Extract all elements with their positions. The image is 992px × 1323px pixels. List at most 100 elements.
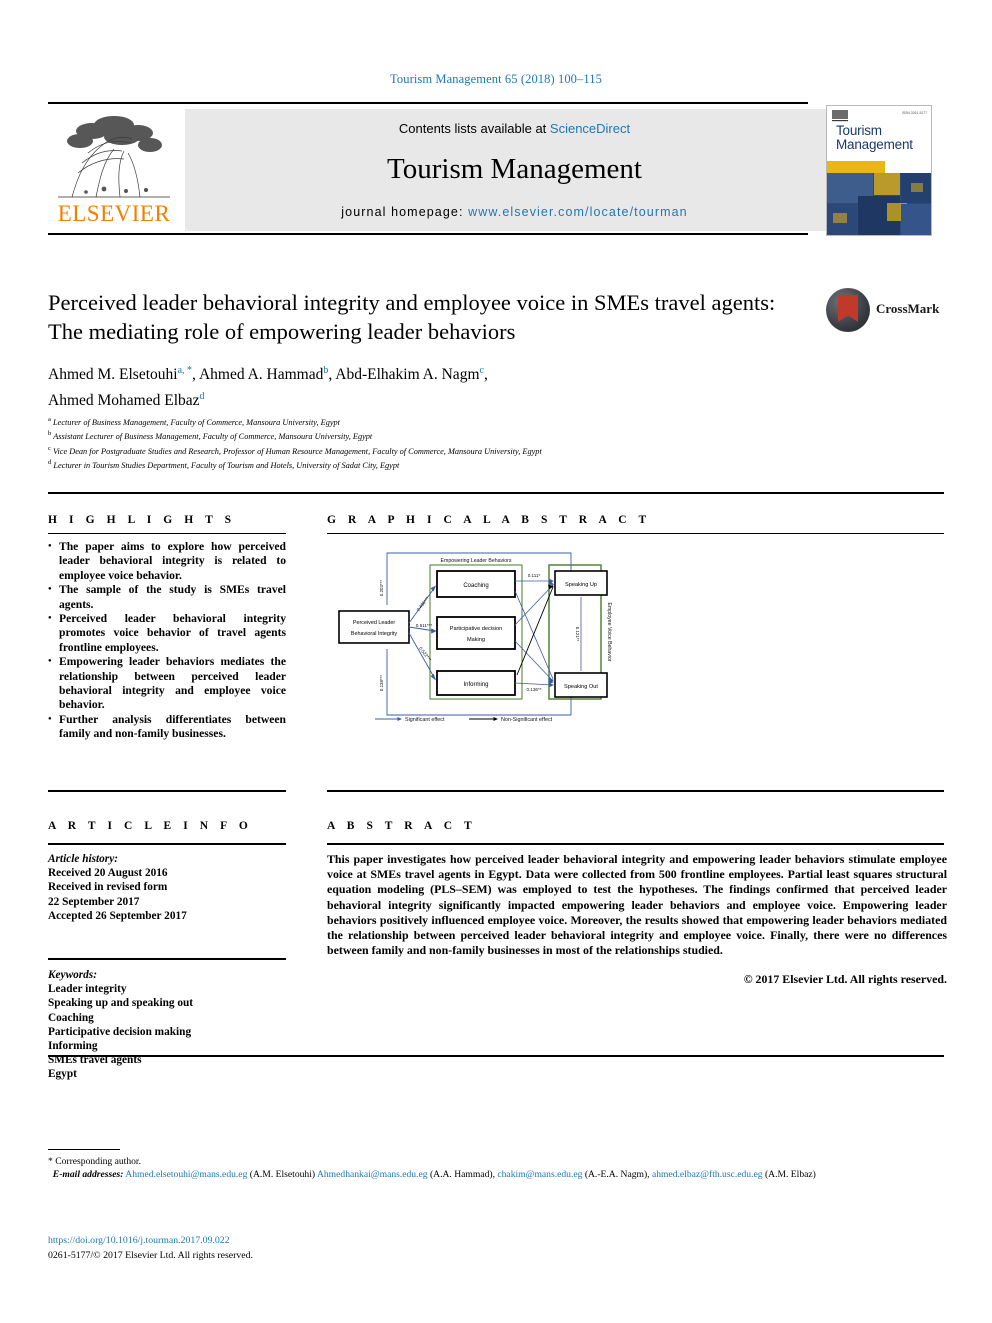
affiliation-item: d Lecturer in Tourism Studies Department…: [48, 457, 868, 471]
email-owner: (A.A. Hammad): [429, 1169, 493, 1181]
svg-text:0.111*: 0.111*: [528, 573, 541, 578]
journal-title: Tourism Management: [387, 153, 642, 185]
author-marks: d: [199, 391, 205, 403]
list-item: The paper aims to explore how perceived …: [48, 539, 286, 583]
crossmark-icon: [826, 288, 870, 332]
highlights-rule: [48, 533, 286, 534]
email-addresses-line: E-mail addresses: Ahmed.elsetouhi@mans.e…: [52, 1169, 816, 1181]
crossmark-label: CrossMark: [876, 301, 940, 316]
affiliation-item: a Lecturer of Business Management, Facul…: [48, 414, 868, 428]
list-item: Empowering leader behaviors mediates the…: [48, 654, 286, 713]
affiliation-text: Lecturer in Tourism Studies Department, …: [53, 460, 400, 470]
highlights-list: The paper aims to explore how perceived …: [48, 539, 286, 742]
running-head: Tourism Management 65 (2018) 100–115: [390, 72, 602, 86]
email-label: E-mail addresses:: [52, 1169, 124, 1181]
cover-title-line2: Management: [836, 137, 913, 152]
email-link[interactable]: chakim@mans.edu.eg: [497, 1169, 582, 1180]
history-item: Accepted 26 September 2017: [48, 909, 187, 922]
svg-text:Empowering Leader Behaviors: Empowering Leader Behaviors: [441, 558, 512, 564]
cover-photo-collage: [827, 173, 931, 235]
svg-text:Speaking Out: Speaking Out: [564, 684, 598, 690]
svg-text:0.203***: 0.203***: [379, 580, 384, 596]
affiliation-text: Assistant Lecturer of Business Managemen…: [53, 432, 373, 442]
keyword-item: Egypt: [48, 1068, 77, 1081]
abstract-text: This paper investigates how perceived le…: [327, 852, 947, 958]
svg-text:Employee Voice Behavior: Employee Voice Behavior: [606, 602, 612, 661]
affiliation-text: Lecturer of Business Management, Faculty…: [53, 417, 340, 427]
issn-copyright-line: 0261-5177/© 2017 Elsevier Ltd. All right…: [48, 1250, 253, 1261]
affiliation-mark: d: [48, 459, 52, 467]
highlights-bottom-rule: [48, 790, 286, 792]
svg-text:Coaching: Coaching: [463, 583, 488, 589]
keyword-item: Leader integrity: [48, 983, 127, 996]
abstract-rule: [327, 843, 944, 845]
affiliation-item: c Vice Dean for Postgraduate Studies and…: [48, 443, 868, 457]
footnote-block: * Corresponding author. E-mail addresses…: [48, 1155, 948, 1181]
graphical-abstract-bottom-rule: [327, 790, 944, 792]
paper-page: Tourism Management 65 (2018) 100–115 ELS…: [0, 0, 992, 1323]
cover-band: [827, 161, 885, 173]
author-name: Ahmed A. Hammad: [198, 366, 324, 384]
abstract-copyright: © 2017 Elsevier Ltd. All rights reserved…: [743, 972, 947, 986]
author-name: Ahmed Mohamed Elbaz: [48, 392, 200, 410]
list-item: The sample of the study is SMEs travel a…: [48, 582, 286, 612]
svg-text:Participative decision: Participative decision: [450, 626, 503, 632]
sciencedirect-link[interactable]: ScienceDirect: [550, 121, 630, 136]
author-marks: c: [479, 365, 484, 376]
keywords-label: Keywords:: [48, 969, 97, 981]
svg-text:0.136**: 0.136**: [526, 687, 541, 692]
footnote-rule: [48, 1149, 120, 1150]
journal-masthead: ELSEVIER Contents lists available at Sci…: [48, 103, 944, 234]
author-name: Abd-Elhakim A. Nagm: [335, 366, 480, 384]
cover-title-line1: Tourism: [836, 123, 882, 138]
crossmark-badge[interactable]: CrossMark: [826, 288, 940, 334]
cover-top: ISSN 0261-5177 Tourism Management: [827, 106, 931, 166]
svg-text:Making: Making: [467, 637, 485, 643]
keywords-rule: [48, 958, 286, 960]
affiliation-text: Vice Dean for Postgraduate Studies and R…: [53, 446, 542, 456]
keyword-item: Participative decision making: [48, 1025, 192, 1038]
affiliation-mark: a: [48, 416, 51, 423]
keyword-item: Coaching: [48, 1011, 94, 1024]
keyword-item: Informing: [48, 1040, 98, 1053]
elsevier-wordmark: ELSEVIER: [57, 201, 171, 226]
doi-link[interactable]: https://doi.org/10.1016/j.tourman.2017.0…: [48, 1235, 230, 1246]
list-item: Further analysis differentiates between …: [48, 712, 286, 742]
author-marks: a, *: [177, 365, 193, 376]
journal-cover-thumbnail: ISSN 0261-5177 Tourism Management: [826, 105, 932, 236]
abstract-heading: A B S T R A C T: [327, 820, 477, 832]
email-link[interactable]: Ahmed.elsetouhi@mans.edu.eg: [125, 1169, 247, 1180]
graphical-abstract-heading: G R A P H I C A L A B S T R A C T: [327, 514, 651, 526]
contents-prefix: Contents lists available at: [398, 121, 550, 136]
svg-text:Informing: Informing: [463, 682, 488, 688]
author-name: Ahmed M. Elsetouhi: [48, 366, 178, 384]
abstract-section-bottom-rule: [48, 1055, 944, 1057]
list-item: Perceived leader behavioral integrity pr…: [48, 611, 286, 655]
history-item: Received in revised form: [48, 881, 168, 894]
svg-text:0.486***: 0.486***: [416, 596, 430, 613]
elsevier-logo: ELSEVIER: [48, 109, 180, 231]
email-owner: (A.M. Elsetouhi): [249, 1169, 316, 1181]
article-info-heading: A R T I C L E I N F O: [48, 820, 253, 832]
graphical-abstract-figure: Empowering Leader Behaviors Employee Voi…: [327, 543, 617, 728]
email-owner: (A.M. Elbaz): [764, 1169, 816, 1181]
keyword-item: Speaking up and speaking out: [48, 997, 194, 1010]
affiliation-list: a Lecturer of Business Management, Facul…: [48, 414, 868, 471]
article-history: Article history: Received 20 August 2016…: [48, 852, 286, 923]
article-history-label: Article history:: [48, 853, 118, 865]
article-info-rule: [48, 843, 286, 845]
svg-text:Significant effect: Significant effect: [405, 717, 445, 723]
keywords-block: Keywords: Leader integrity Speaking up a…: [48, 968, 286, 1082]
email-link[interactable]: Ahmedhankai@mans.edu.eg: [317, 1169, 428, 1180]
svg-text:0.121**: 0.121**: [575, 627, 580, 642]
homepage-url[interactable]: www.elsevier.com/locate/tourman: [468, 205, 688, 219]
history-item: 22 September 2017: [48, 895, 140, 908]
email-link[interactable]: ahmed.elbaz@fth.usc.edu.eg: [652, 1169, 763, 1180]
cover-elsevier-icon: [832, 110, 848, 123]
affiliation-mark: c: [48, 444, 51, 452]
corresponding-author-note: * Corresponding author.: [48, 1156, 141, 1167]
svg-text:Behavioral Integrity: Behavioral Integrity: [351, 631, 397, 637]
author-marks: b: [323, 365, 329, 376]
svg-text:0.511***: 0.511***: [416, 623, 433, 628]
author-list: Ahmed M. Elsetouhia, *, Ahmed A. Hammadb…: [48, 365, 488, 410]
